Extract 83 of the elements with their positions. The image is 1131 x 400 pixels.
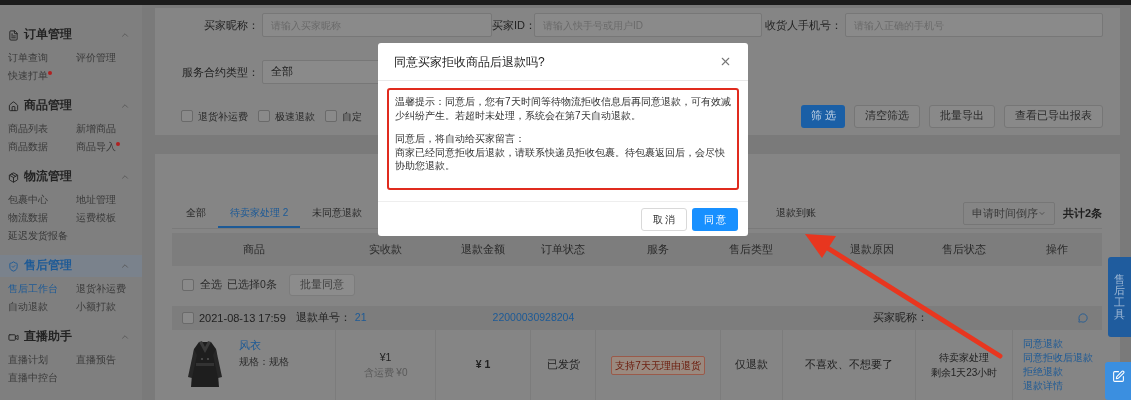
selected-count: 已选择0条 (227, 277, 277, 293)
paid-amount: ¥1 (379, 349, 392, 365)
field-label: 收货人手机号： (764, 17, 843, 33)
action-link[interactable]: 拒绝退款 (1023, 365, 1102, 379)
box-icon (8, 171, 19, 183)
column-header: 操作 (1046, 241, 1068, 257)
field-label: 服务合约类型： (181, 64, 260, 80)
chat-icon[interactable] (1078, 313, 1088, 323)
message-heading: 同意后，将自动给买家留言： (395, 132, 526, 146)
total-count: 共计2条 (1062, 205, 1102, 221)
filter-button[interactable]: 查看已导出报表 (1004, 104, 1103, 128)
buyer-nickname-label: 买家昵称： (873, 310, 928, 326)
column-header: 售后类型 (729, 241, 773, 257)
checkbox[interactable] (182, 312, 194, 324)
side-tool-tab[interactable]: 售后工具 (1108, 257, 1131, 337)
tab[interactable]: 未同意退款 (300, 198, 375, 228)
edit-icon (1111, 370, 1125, 383)
service-tag: 支持7天无理由退货 (611, 355, 705, 375)
sidebar-section-header[interactable]: 订单管理 (0, 24, 142, 46)
refund-number: 21 (354, 310, 367, 326)
product-spec: 规格：规格 (239, 354, 289, 369)
chevron-icon[interactable] (120, 172, 130, 182)
order-date: 2021-08-13 17:59 (199, 310, 286, 326)
refund-amount: ¥ 1 (475, 357, 491, 373)
tab[interactable]: 退款到账 (764, 198, 829, 228)
chevron-icon[interactable] (120, 261, 130, 271)
sidebar-item[interactable]: 包裹中心 (8, 192, 48, 208)
refund-number-label: 退款单号： (295, 310, 351, 326)
tab[interactable]: 全部 (172, 198, 218, 228)
column-header: 服务 (646, 241, 669, 257)
checkbox-label: 极速退款 (275, 109, 315, 124)
sidebar-item[interactable]: 物流数据 (8, 210, 48, 226)
refund-number: 22000030928204 (492, 310, 575, 326)
close-icon[interactable] (719, 55, 732, 68)
order-status: 已发货 (546, 357, 580, 373)
sidebar-item[interactable]: 延迟发货报备 (8, 228, 68, 244)
sidebar-item[interactable]: 评价管理 (76, 50, 116, 66)
after-sale-status: 剩余1天23小时 (930, 366, 998, 380)
chevron-icon[interactable] (120, 101, 130, 111)
filter-button[interactable]: 批量导出 (929, 104, 995, 128)
chevron-icon (1037, 209, 1046, 218)
filter-button[interactable]: 清空筛选 (854, 104, 920, 128)
sidebar-section-header[interactable]: 物流管理 (0, 166, 142, 188)
message-text: 商家已经同意拒收后退款，请联系快递员拒收包裹。待包裹返回后，会尽快协助您退款。 (395, 145, 726, 173)
column-header: 退款金额 (460, 241, 505, 257)
column-header: 实收款 (368, 241, 402, 257)
checkbox-label: 退货补运费 (198, 109, 248, 124)
action-link[interactable]: 同意拒收后退款 (1023, 351, 1102, 365)
tab[interactable]: 待卖家处理 2 (218, 198, 301, 228)
video-icon (8, 331, 19, 343)
sidebar-section-header[interactable]: 商品管理 (0, 95, 142, 117)
column-header: 订单状态 (540, 241, 585, 257)
shield-icon (8, 260, 19, 272)
refund-reason: 不喜欢、不想要了 (805, 357, 893, 373)
confirm-button[interactable]: 同 意 (692, 207, 738, 231)
chevron-icon[interactable] (120, 30, 130, 40)
cancel-button[interactable]: 取 消 (641, 207, 687, 231)
product-name[interactable]: 风衣 (239, 338, 289, 354)
filter-button[interactable]: 筛 选 (801, 104, 845, 128)
sort-select[interactable]: 申请时间倒序 (962, 202, 1055, 225)
field-label: 买家ID： (492, 17, 534, 33)
after-sale-status: 待卖家处理 (939, 351, 989, 365)
after-sale-type: 仅退款 (735, 357, 768, 373)
checkbox[interactable] (182, 279, 194, 291)
select-all-label: 全选 (200, 277, 222, 293)
notice-text: 温馨提示：同意后，您有7天时间等待物流拒收信息后再同意退款，可有效减少纠纷产生。若超时未处理，系统会在第7天自动退款。 (395, 95, 731, 122)
checkbox[interactable] (325, 110, 337, 122)
checkbox[interactable] (181, 110, 193, 122)
sidebar-section-header[interactable]: 售后管理 (0, 255, 142, 277)
field-label: 买家昵称： (203, 17, 260, 33)
column-header: 售后状态 (941, 241, 986, 257)
house-icon (8, 100, 19, 112)
sidebar-section-header[interactable]: 直播助手 (0, 326, 142, 348)
document-icon (8, 29, 19, 41)
column-header: 商品 (242, 241, 265, 257)
action-link[interactable]: 退款详情 (1023, 379, 1102, 393)
sidebar-item[interactable]: 售后工作台 (8, 281, 58, 297)
edit-button[interactable] (1105, 362, 1131, 400)
action-link[interactable]: 同意退款 (1023, 337, 1102, 351)
checkbox[interactable] (258, 110, 270, 122)
column-header: 退款原因 (850, 241, 894, 257)
checkbox-label: 自定 (342, 109, 362, 124)
chevron-icon[interactable] (120, 332, 130, 342)
